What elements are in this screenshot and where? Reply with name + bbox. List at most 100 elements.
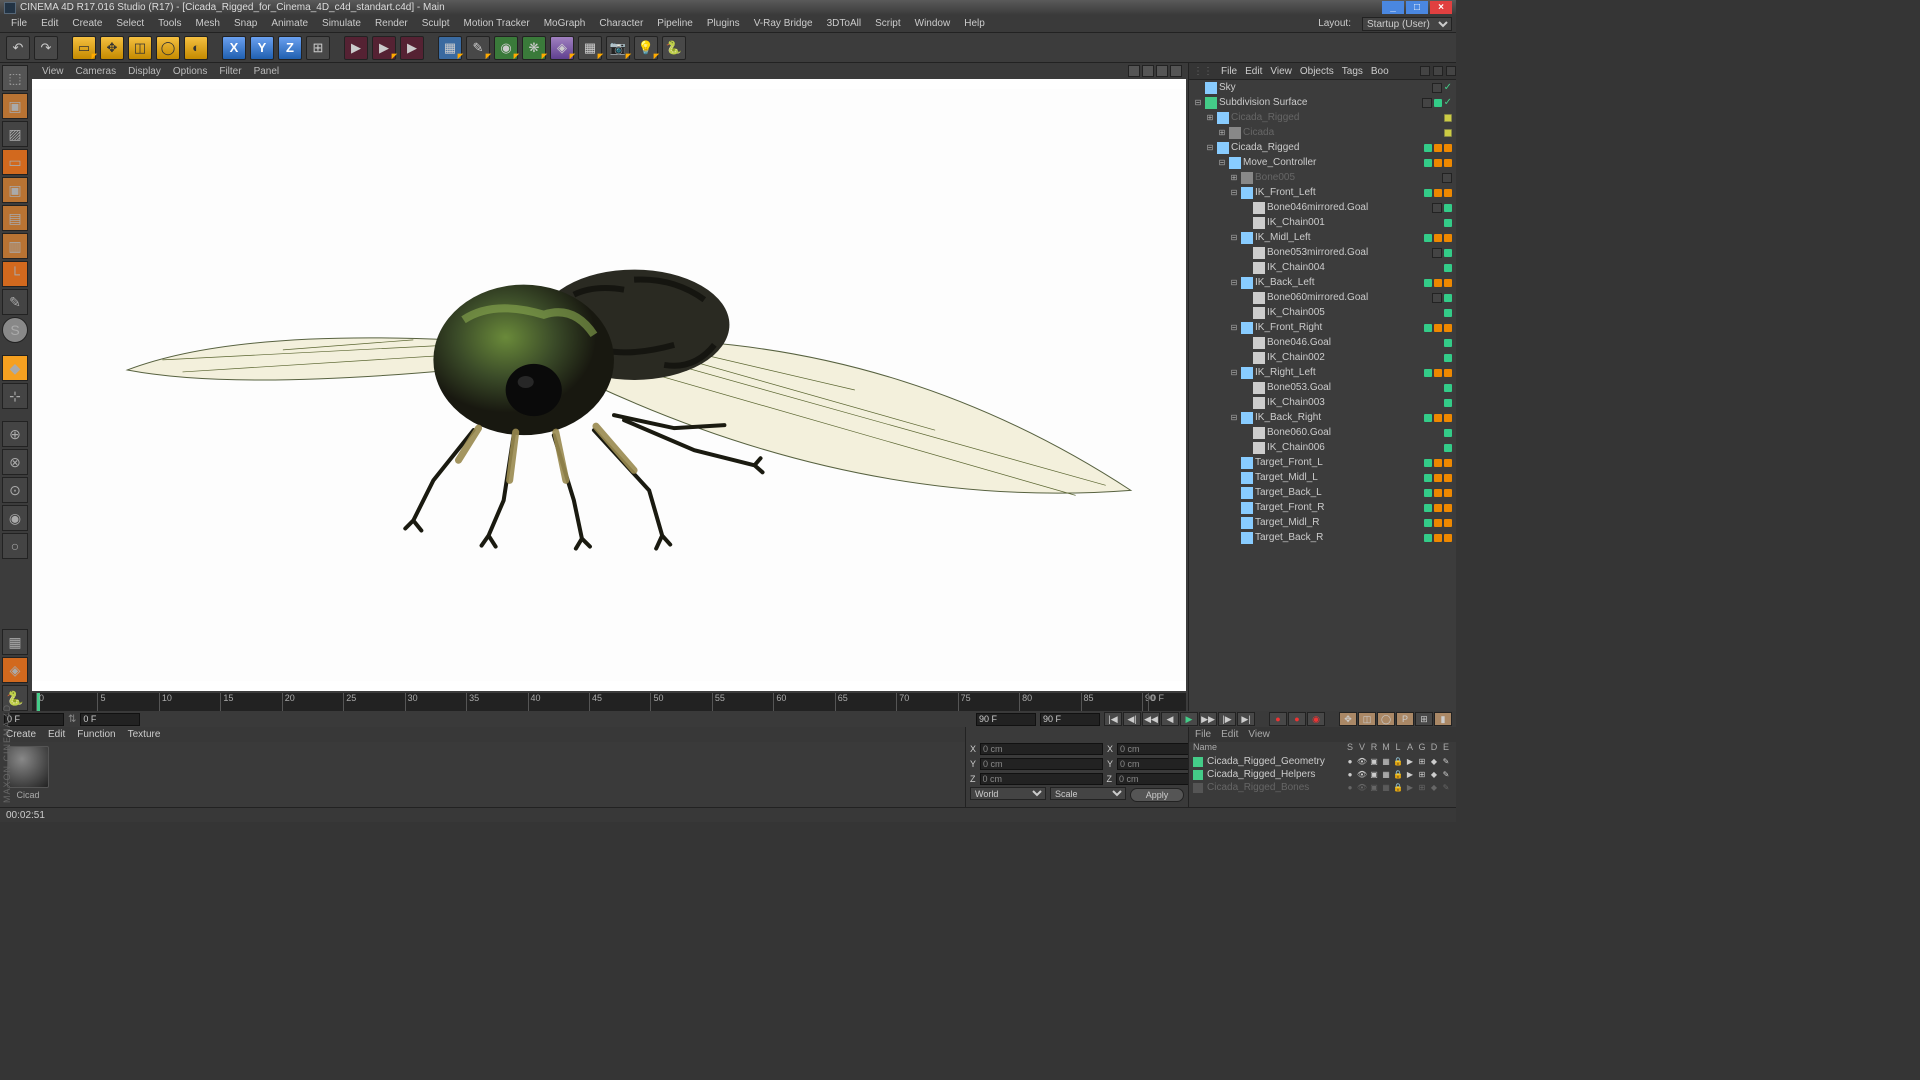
layer-toggle-icon[interactable]: 🔒 bbox=[1392, 757, 1404, 766]
expand-icon[interactable]: ⊟ bbox=[1229, 233, 1239, 242]
play-button[interactable]: ▶ bbox=[1180, 712, 1198, 726]
layer-row[interactable]: Cicada_Rigged_Bones●👁▣▦🔒▶⊞◆✎ bbox=[1189, 781, 1456, 794]
object-tree[interactable]: Sky✓⊟Subdivision Surface✓⊞Cicada_Rigged⊞… bbox=[1189, 80, 1456, 711]
vis-dot[interactable] bbox=[1424, 414, 1432, 422]
x-axis-button[interactable]: X bbox=[222, 36, 246, 60]
objtab-file[interactable]: File bbox=[1221, 66, 1237, 77]
vis-dot[interactable] bbox=[1434, 234, 1442, 242]
menu-simulate[interactable]: Simulate bbox=[315, 18, 368, 29]
vis-dot[interactable] bbox=[1424, 504, 1432, 512]
layer-toggle-icon[interactable]: ▣ bbox=[1368, 770, 1380, 779]
check-icon[interactable]: ✓ bbox=[1444, 82, 1452, 93]
layer-mark-icon[interactable] bbox=[1432, 203, 1442, 213]
layer-toggle-icon[interactable]: ◆ bbox=[1428, 770, 1440, 779]
layer-swatch[interactable] bbox=[1193, 783, 1203, 793]
layer-toggle-icon[interactable]: ▶ bbox=[1404, 757, 1416, 766]
layer-toggle-icon[interactable]: 👁 bbox=[1356, 783, 1368, 792]
vp-menu-options[interactable]: Options bbox=[167, 66, 213, 77]
workplane-button[interactable]: ▭ bbox=[2, 149, 28, 175]
misc-tool-5[interactable]: ◉ bbox=[2, 505, 28, 531]
layer-mark-icon[interactable] bbox=[1442, 173, 1452, 183]
vis-dot[interactable] bbox=[1444, 144, 1452, 152]
vis-dot[interactable] bbox=[1434, 474, 1442, 482]
obj-hdr-icon[interactable] bbox=[1420, 66, 1430, 76]
vis-dot[interactable] bbox=[1444, 189, 1452, 197]
vis-dot[interactable] bbox=[1434, 504, 1442, 512]
menu-edit[interactable]: Edit bbox=[34, 18, 65, 29]
add-cube-button[interactable]: ▦ bbox=[438, 36, 462, 60]
vis-dot[interactable] bbox=[1424, 279, 1432, 287]
vis-dot[interactable] bbox=[1444, 444, 1452, 452]
object-row[interactable]: Bone046.Goal bbox=[1189, 335, 1456, 350]
vis-dot[interactable] bbox=[1424, 534, 1432, 542]
vis-dot[interactable] bbox=[1444, 474, 1452, 482]
vis-dot[interactable] bbox=[1444, 234, 1452, 242]
minimize-button[interactable]: _ bbox=[1382, 1, 1404, 14]
layer-toggle-icon[interactable]: 👁 bbox=[1356, 770, 1368, 779]
layer-toggle-icon[interactable]: ◆ bbox=[1428, 783, 1440, 792]
script-button[interactable]: 🐍 bbox=[662, 36, 686, 60]
move-tool[interactable]: ✥ bbox=[100, 36, 124, 60]
vp-menu-cameras[interactable]: Cameras bbox=[70, 66, 123, 77]
menu-character[interactable]: Character bbox=[592, 18, 650, 29]
layer-toggle-icon[interactable]: ⊞ bbox=[1416, 757, 1428, 766]
layer-toggle-icon[interactable]: ▦ bbox=[1380, 757, 1392, 766]
object-row[interactable]: IK_Chain002 bbox=[1189, 350, 1456, 365]
range-a-input[interactable] bbox=[976, 713, 1036, 726]
menu-plugins[interactable]: Plugins bbox=[700, 18, 747, 29]
expand-icon[interactable]: ⊞ bbox=[1229, 173, 1239, 182]
coord-world-select[interactable]: World bbox=[970, 787, 1046, 800]
vp-icon-4[interactable] bbox=[1170, 65, 1182, 77]
matmenu-function[interactable]: Function bbox=[77, 729, 115, 740]
vis-dot[interactable] bbox=[1424, 159, 1432, 167]
layer-toggle-icon[interactable]: ● bbox=[1344, 783, 1356, 792]
vis-dot[interactable] bbox=[1444, 504, 1452, 512]
menu-pipeline[interactable]: Pipeline bbox=[650, 18, 700, 29]
menu-select[interactable]: Select bbox=[109, 18, 151, 29]
key-anim-button[interactable]: ▮ bbox=[1434, 712, 1452, 726]
vis-dot[interactable] bbox=[1444, 354, 1452, 362]
texture-mode-button[interactable]: ▨ bbox=[2, 121, 28, 147]
object-row[interactable]: ⊟IK_Right_Left bbox=[1189, 365, 1456, 380]
object-row[interactable]: Target_Front_R bbox=[1189, 500, 1456, 515]
layer-toggle-icon[interactable]: ● bbox=[1344, 770, 1356, 779]
vis-dot[interactable] bbox=[1434, 369, 1442, 377]
layer-toggle-icon[interactable]: ▦ bbox=[1380, 783, 1392, 792]
menu-sculpt[interactable]: Sculpt bbox=[415, 18, 457, 29]
vis-dot[interactable] bbox=[1444, 459, 1452, 467]
vis-dot[interactable] bbox=[1444, 249, 1452, 257]
point-mode-button[interactable]: ▣ bbox=[2, 177, 28, 203]
vis-dot[interactable] bbox=[1444, 369, 1452, 377]
layer-toggle-icon[interactable]: 👁 bbox=[1356, 757, 1368, 766]
menu-render[interactable]: Render bbox=[368, 18, 415, 29]
range-b-input[interactable] bbox=[1040, 713, 1100, 726]
expand-icon[interactable]: ⊟ bbox=[1217, 158, 1227, 167]
matmenu-texture[interactable]: Texture bbox=[128, 729, 161, 740]
layer-swatch[interactable] bbox=[1193, 770, 1203, 780]
menu-script[interactable]: Script bbox=[868, 18, 908, 29]
menu-mograph[interactable]: MoGraph bbox=[537, 18, 593, 29]
vis-dot[interactable] bbox=[1444, 264, 1452, 272]
render-view-button[interactable]: ▶ bbox=[344, 36, 368, 60]
layer-toggle-icon[interactable]: ▦ bbox=[1380, 770, 1392, 779]
vis-dot[interactable] bbox=[1424, 234, 1432, 242]
vis-dot[interactable] bbox=[1444, 114, 1452, 122]
step-back-button[interactable]: ◀◀ bbox=[1142, 712, 1160, 726]
layertab-view[interactable]: View bbox=[1248, 729, 1270, 740]
objtab-objects[interactable]: Objects bbox=[1300, 66, 1334, 77]
objtab-edit[interactable]: Edit bbox=[1245, 66, 1262, 77]
z-axis-button[interactable]: Z bbox=[278, 36, 302, 60]
vp-menu-view[interactable]: View bbox=[36, 66, 70, 77]
expand-icon[interactable]: ⊟ bbox=[1193, 98, 1203, 107]
vis-dot[interactable] bbox=[1424, 324, 1432, 332]
vis-dot[interactable] bbox=[1444, 414, 1452, 422]
menu-tools[interactable]: Tools bbox=[151, 18, 188, 29]
vis-dot[interactable] bbox=[1424, 144, 1432, 152]
layertab-edit[interactable]: Edit bbox=[1221, 729, 1238, 740]
play-back-button[interactable]: ◀ bbox=[1161, 712, 1179, 726]
vis-dot[interactable] bbox=[1444, 339, 1452, 347]
object-row[interactable]: ⊞Cicada bbox=[1189, 125, 1456, 140]
vp-icon-2[interactable] bbox=[1142, 65, 1154, 77]
vis-dot[interactable] bbox=[1444, 489, 1452, 497]
layer-toggle-icon[interactable]: ▶ bbox=[1404, 783, 1416, 792]
